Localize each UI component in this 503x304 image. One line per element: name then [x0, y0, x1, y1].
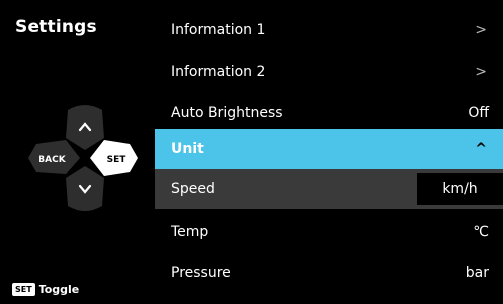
unit-header-label: Unit	[171, 141, 204, 157]
left-panel: Settings BACK SET SET Toggle	[0, 0, 155, 304]
set-key-badge: SET	[12, 283, 35, 296]
dpad-set-button[interactable]: SET	[90, 140, 138, 176]
unit-item-label: Speed	[171, 181, 215, 197]
key-hint: SET Toggle	[12, 283, 79, 296]
chevron-right-icon: >	[475, 64, 487, 80]
hint-action: Toggle	[38, 283, 80, 296]
unit-item-pressure[interactable]: Pressure bar	[155, 253, 503, 293]
unit-item-speed[interactable]: Speed km/h	[155, 169, 503, 209]
speed-value[interactable]: km/h	[417, 173, 503, 205]
temp-value: ℃	[473, 224, 489, 240]
auto-brightness-value: Off	[468, 105, 489, 121]
unit-section-header[interactable]: Unit ^	[155, 129, 503, 169]
menu-item-information-2[interactable]: Information 2 >	[155, 52, 503, 92]
settings-list: Information 1 > Information 2 > Auto Bri…	[155, 0, 503, 304]
unit-item-temp[interactable]: Temp ℃	[155, 212, 503, 252]
menu-item-label: Information 1	[171, 22, 266, 38]
dpad-up-button[interactable]	[66, 105, 104, 150]
chevron-right-icon: >	[475, 22, 487, 38]
dpad-down-button[interactable]	[66, 166, 104, 211]
chevron-up-icon: ^	[475, 141, 487, 157]
dpad-control: BACK SET	[28, 105, 138, 211]
menu-item-auto-brightness[interactable]: Auto Brightness Off	[155, 93, 503, 133]
menu-item-label: Auto Brightness	[171, 105, 283, 121]
unit-item-label: Pressure	[171, 265, 231, 281]
menu-item-information-1[interactable]: Information 1 >	[155, 10, 503, 50]
pressure-value: bar	[465, 265, 489, 281]
unit-item-label: Temp	[171, 224, 209, 240]
set-label: SET	[107, 155, 127, 165]
back-label: BACK	[38, 155, 66, 165]
menu-item-label: Information 2	[171, 64, 266, 80]
dpad-back-button[interactable]: BACK	[28, 140, 80, 174]
